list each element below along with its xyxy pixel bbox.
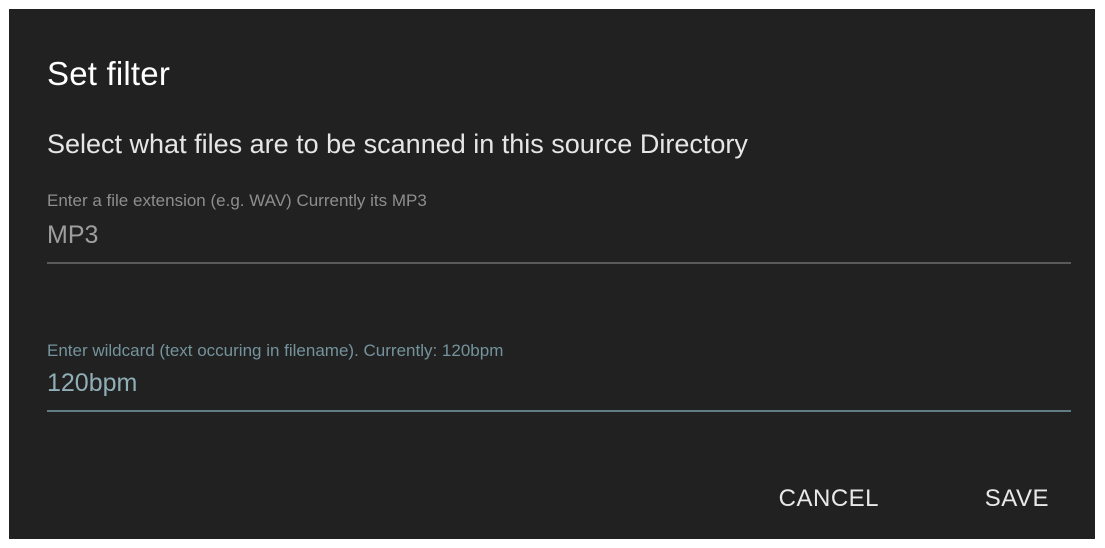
wildcard-input[interactable] xyxy=(47,369,1071,398)
wildcard-field-label: Enter wildcard (text occuring in filenam… xyxy=(47,341,504,360)
set-filter-dialog: Set filter Select what files are to be s… xyxy=(9,9,1095,539)
extension-field[interactable]: Enter a file extension (e.g. WAV) Curren… xyxy=(47,191,1071,265)
wildcard-field-underline xyxy=(47,410,1071,412)
cancel-button[interactable]: CANCEL xyxy=(767,471,891,527)
extension-input[interactable] xyxy=(47,221,1071,250)
dialog-title: Set filter xyxy=(47,55,171,92)
wildcard-field[interactable]: Enter wildcard (text occuring in filenam… xyxy=(47,341,1071,413)
dialog-actions: CANCEL SAVE xyxy=(695,471,1095,527)
dialog-subtitle: Select what files are to be scanned in t… xyxy=(47,129,748,159)
extension-field-label: Enter a file extension (e.g. WAV) Curren… xyxy=(47,191,427,210)
extension-field-underline xyxy=(47,262,1071,264)
save-button[interactable]: SAVE xyxy=(973,471,1061,527)
